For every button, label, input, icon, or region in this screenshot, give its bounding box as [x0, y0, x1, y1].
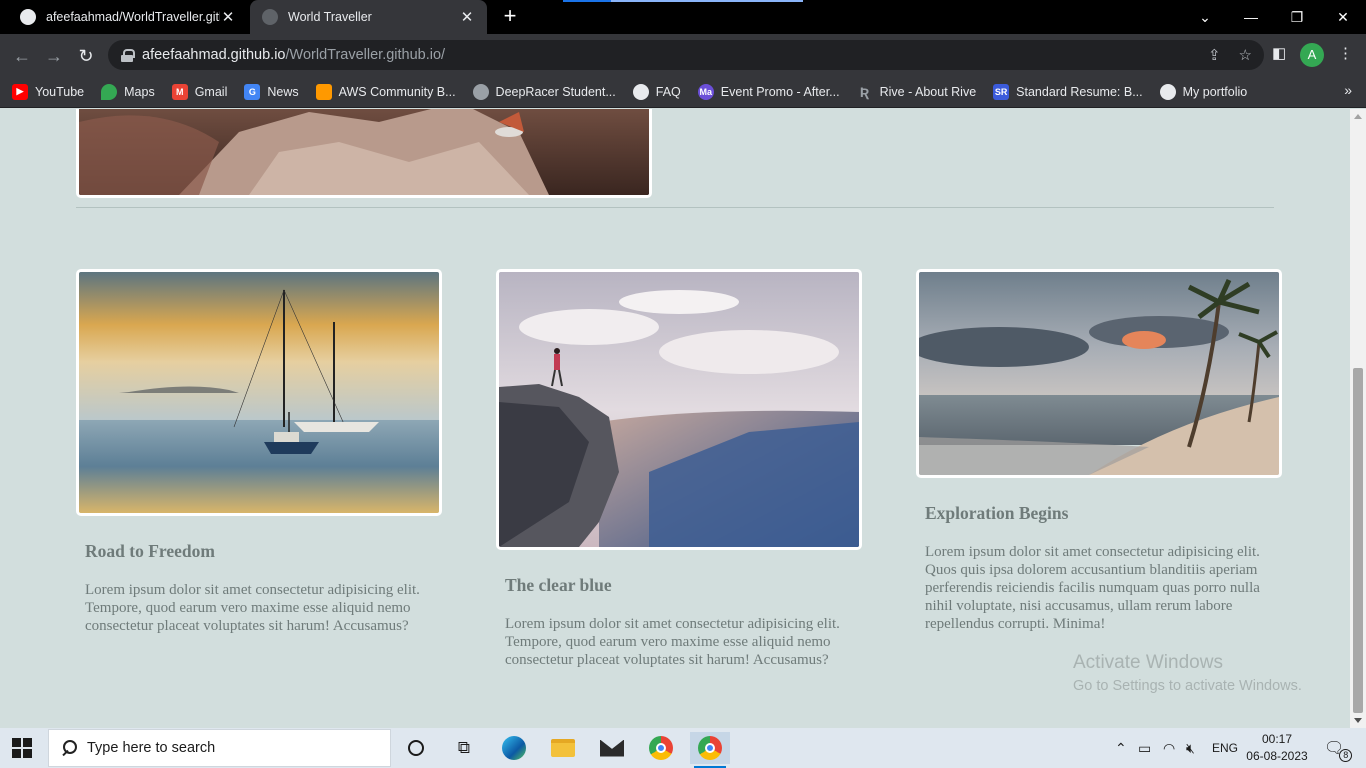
volume-muted-icon[interactable]: 🔇︎ — [1186, 728, 1195, 768]
news-icon: G — [244, 83, 261, 100]
address-bar[interactable]: afeefaahmad.github.io/WorldTraveller.git… — [108, 40, 1264, 70]
cortana-icon[interactable] — [396, 732, 436, 764]
page-scrollbar[interactable] — [1350, 109, 1366, 728]
search-placeholder: Type here to search — [87, 740, 216, 756]
windows-start-icon[interactable] — [12, 738, 32, 758]
youtube-icon: ▶ — [12, 83, 28, 100]
tab-world-traveller[interactable]: World Traveller ✕ — [250, 0, 487, 34]
loading-bar — [563, 0, 803, 2]
deepracer-icon — [472, 83, 489, 100]
file-explorer-icon[interactable] — [543, 732, 583, 764]
bookmark-maps[interactable]: Maps — [101, 83, 155, 100]
bookmark-faq[interactable]: FAQ — [632, 83, 681, 100]
bookmark-youtube[interactable]: ▶ YouTube — [12, 83, 84, 100]
forward-button[interactable]: → — [41, 43, 67, 69]
activate-windows-watermark: Activate Windows Go to Settings to activ… — [1073, 652, 1302, 694]
scroll-up-icon[interactable] — [1354, 114, 1362, 119]
card-text: Lorem ipsum dolor sit amet consectetur a… — [925, 544, 1260, 632]
github-icon — [20, 9, 36, 25]
tab-github[interactable]: afeefaahmad/WorldTraveller.github.io ✕ — [8, 0, 248, 34]
bookmarks-overflow-icon[interactable]: » — [1344, 82, 1352, 98]
edge-icon[interactable] — [494, 732, 534, 764]
language-indicator[interactable]: ENG — [1212, 728, 1238, 768]
menu-kebab-icon[interactable]: ⋮ — [1338, 44, 1353, 62]
card-image-cliff — [496, 269, 862, 550]
card-title: Road to Freedom — [85, 541, 215, 561]
card-image-sailboats — [76, 269, 442, 516]
browser-toolbar: ← → ↻ afeefaahmad.github.io/WorldTravell… — [0, 34, 1366, 76]
mail-icon[interactable] — [592, 732, 632, 764]
card-title: Exploration Begins — [925, 503, 1069, 523]
show-hidden-icons-chevron-icon[interactable]: ⌃ — [1115, 728, 1127, 768]
close-tab-icon[interactable]: ✕ — [220, 8, 236, 26]
url-text: afeefaahmad.github.io/WorldTraveller.git… — [142, 47, 446, 63]
profile-avatar[interactable]: A — [1300, 43, 1324, 67]
bookmark-portfolio[interactable]: My portfolio — [1159, 83, 1247, 100]
tab-search-chevron-icon[interactable]: ⌄ — [1182, 0, 1228, 34]
close-tab-icon[interactable]: ✕ — [459, 8, 475, 26]
bookmark-rive[interactable]: Ʀ Rive - About Rive — [857, 83, 976, 100]
section-divider — [76, 207, 1274, 208]
watermark-title: Activate Windows — [1073, 652, 1223, 673]
globe-icon — [262, 9, 278, 25]
ma-icon: Ma — [697, 83, 714, 100]
bookmark-deepracer[interactable]: DeepRacer Student... — [472, 83, 616, 100]
scrollbar-thumb[interactable] — [1353, 368, 1363, 713]
globe-icon — [1159, 83, 1176, 100]
bookmark-event-promo[interactable]: Ma Event Promo - After... — [697, 83, 840, 100]
notification-center-icon[interactable]: 🗨︎ 8 — [1324, 728, 1353, 768]
hero-photo — [76, 109, 652, 198]
maps-icon — [101, 83, 118, 100]
battery-icon[interactable]: ▭ — [1138, 728, 1151, 768]
rive-icon: Ʀ — [859, 83, 870, 100]
bookmark-star-icon[interactable]: ☆ — [1239, 46, 1252, 64]
restore-button[interactable]: ❐ — [1274, 0, 1320, 34]
wifi-icon[interactable]: ◠ — [1163, 728, 1175, 768]
clock-time: 00:17 — [1261, 732, 1293, 746]
clock-date: 06-08-2023 — [1246, 749, 1308, 763]
bookmark-news[interactable]: G News — [244, 83, 299, 100]
back-button[interactable]: ← — [9, 43, 35, 69]
card-title: The clear blue — [505, 575, 612, 595]
lock-icon — [121, 48, 135, 62]
chrome-icon[interactable] — [641, 732, 681, 764]
notification-count: 8 — [1339, 749, 1353, 762]
page-viewport: Road to Freedom Lorem ipsum dolor sit am… — [0, 109, 1350, 728]
taskbar-search-box[interactable]: Type here to search — [48, 729, 391, 767]
search-icon — [61, 740, 77, 756]
bookmark-gmail[interactable]: M Gmail — [171, 83, 227, 100]
system-clock[interactable]: 00:17 06-08-2023 — [1243, 731, 1311, 765]
card-image-beach — [916, 269, 1282, 478]
close-window-button[interactable]: ✕ — [1320, 0, 1366, 34]
bookmarks-bar: ▶ YouTube Maps M Gmail G News AWS Community… — [0, 76, 1366, 108]
reload-button[interactable]: ↻ — [73, 43, 99, 69]
share-icon[interactable]: ⇪ — [1208, 46, 1221, 64]
globe-icon — [632, 83, 649, 100]
tab-title: afeefaahmad/WorldTraveller.github.io — [46, 10, 220, 24]
tab-strip: afeefaahmad/WorldTraveller.github.io ✕ W… — [0, 0, 1366, 34]
bookmark-resume[interactable]: SR Standard Resume: B... — [993, 83, 1143, 100]
watermark-subtitle: Go to Settings to activate Windows. — [1073, 678, 1302, 694]
side-panel-icon[interactable]: ◧ — [1272, 44, 1286, 62]
sailboats-image — [79, 272, 439, 513]
bookmark-aws[interactable]: AWS Community B... — [315, 83, 456, 100]
scroll-down-icon[interactable] — [1354, 718, 1362, 723]
tab-title: World Traveller — [288, 10, 372, 24]
sr-icon: SR — [993, 83, 1010, 100]
new-tab-button[interactable]: + — [499, 5, 521, 27]
cliff-hiker-image — [499, 272, 859, 547]
minimize-button[interactable]: — — [1228, 0, 1274, 34]
aws-icon — [315, 83, 332, 100]
beach-palms-image — [919, 272, 1279, 475]
task-view-icon[interactable]: ⧉ — [444, 732, 484, 764]
rock-climber-image — [79, 109, 649, 195]
windows-taskbar: Type here to search ⧉ ⌃ ▭ ◠ 🔇︎ ENG 00:17… — [0, 728, 1366, 768]
chrome-profile-icon[interactable] — [690, 732, 730, 768]
card-text: Lorem ipsum dolor sit amet consectetur a… — [505, 616, 840, 668]
gmail-icon: M — [171, 83, 188, 100]
card-text: Lorem ipsum dolor sit amet consectetur a… — [85, 582, 420, 634]
